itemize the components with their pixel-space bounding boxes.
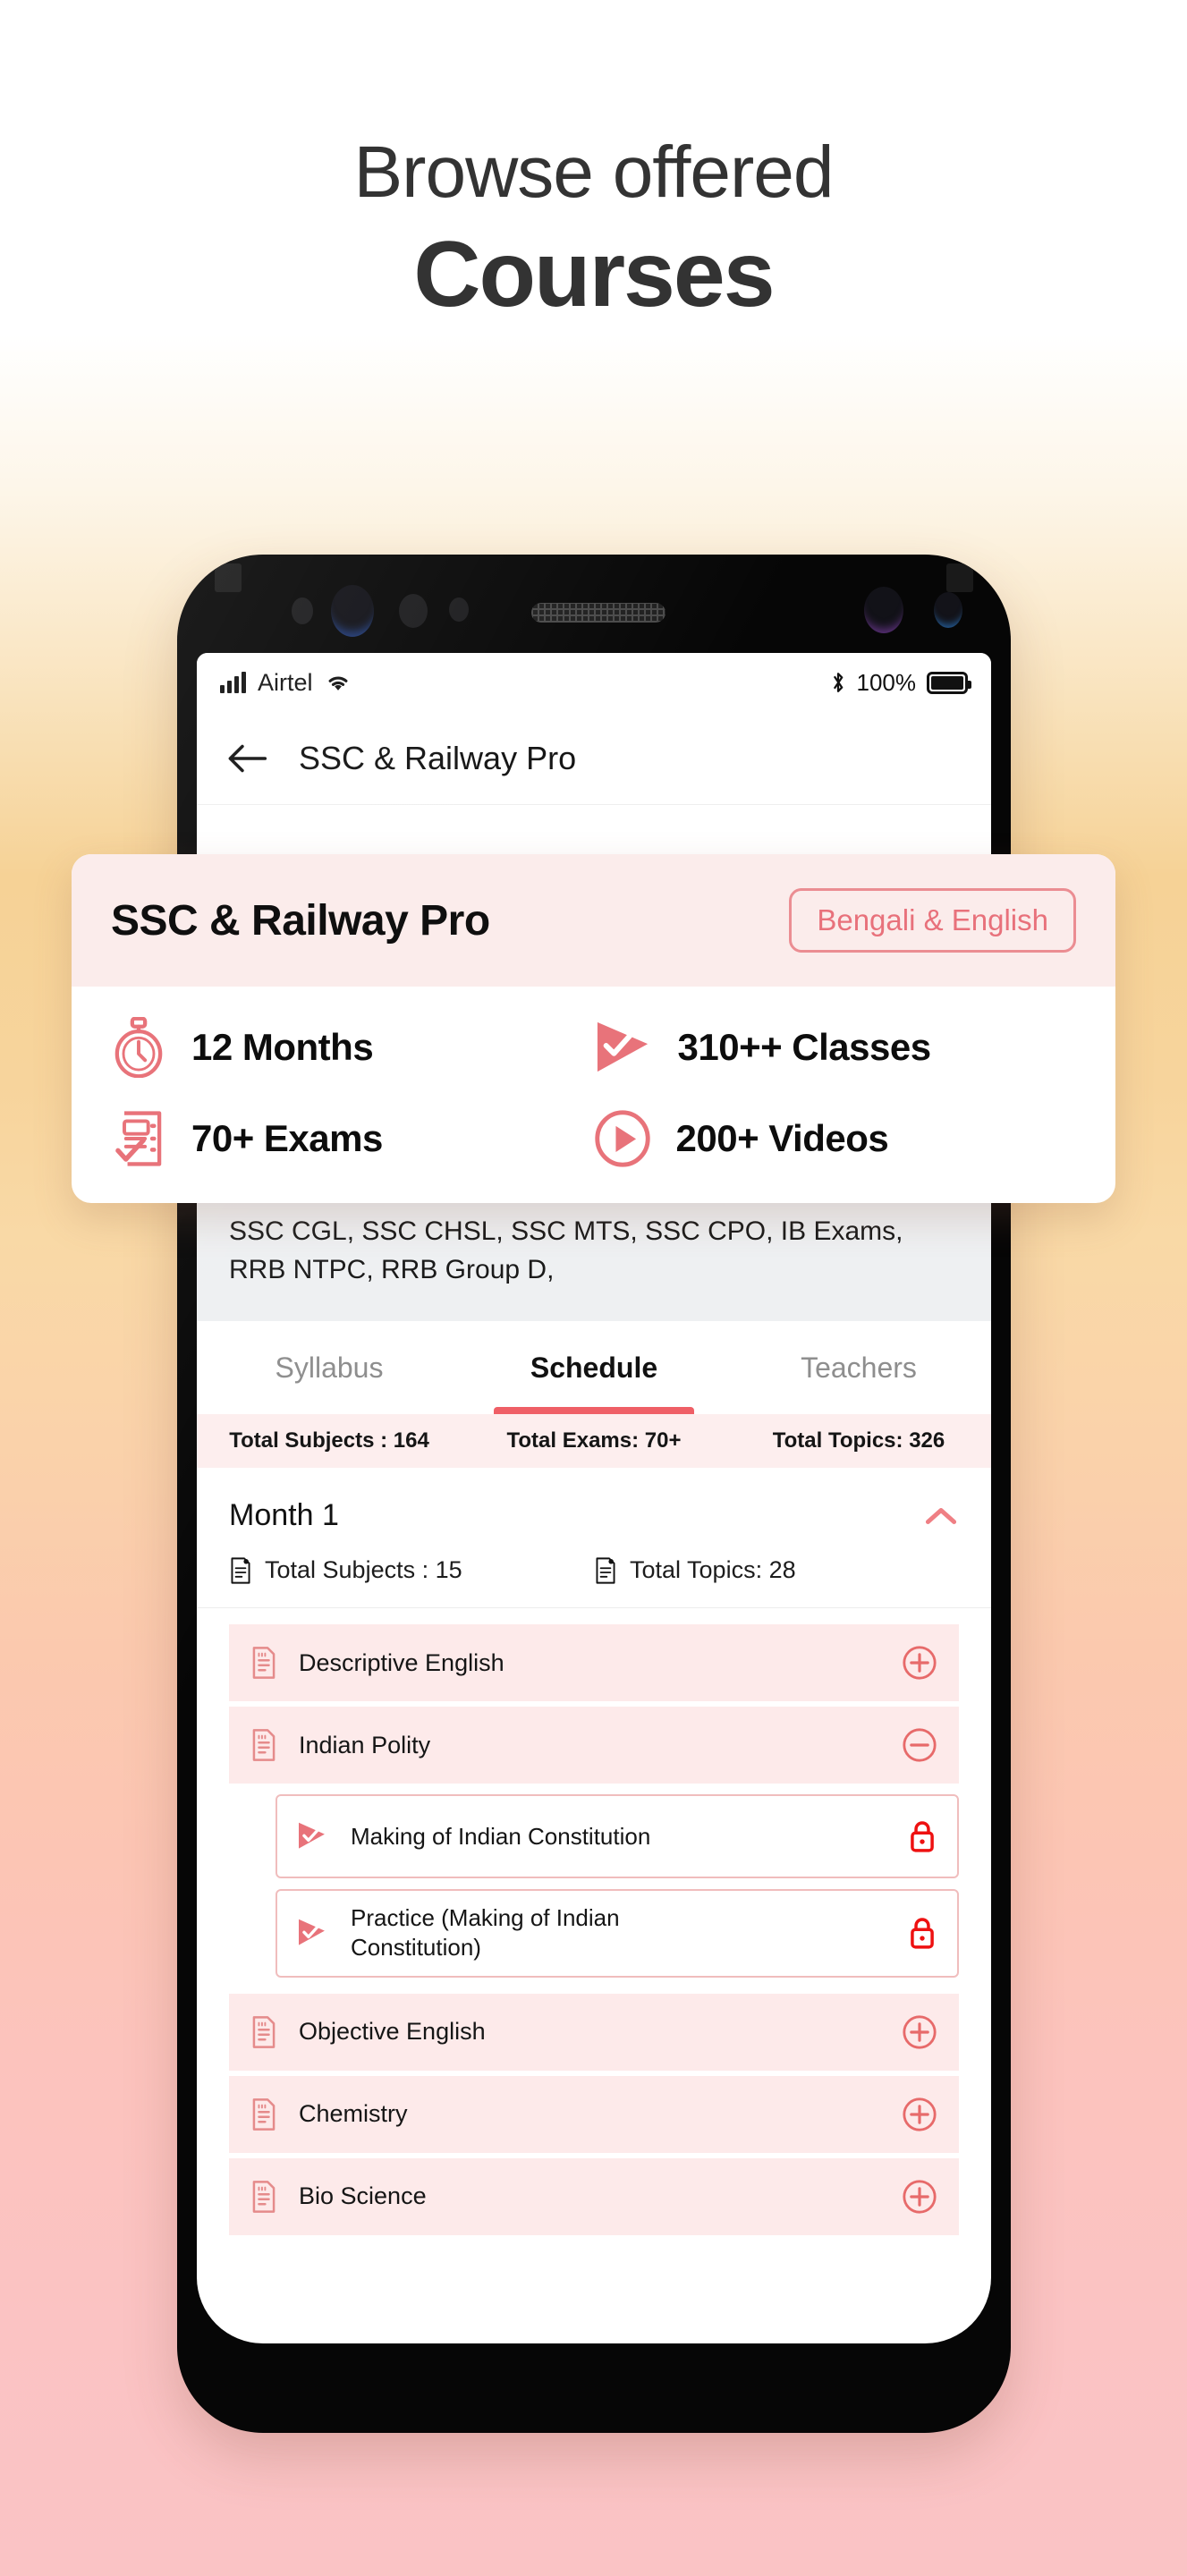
- lock-icon[interactable]: [907, 1819, 937, 1853]
- stat-duration: 12 Months: [111, 1017, 594, 1078]
- language-badge: Bengali & English: [789, 888, 1076, 953]
- subject-row-indian-polity[interactable]: Indian Polity: [229, 1707, 959, 1784]
- tab-syllabus[interactable]: Syllabus: [197, 1321, 462, 1414]
- subject-list: Descriptive English Indian Polity Making…: [197, 1608, 991, 2235]
- stat-videos: 200+ Videos: [594, 1110, 1077, 1167]
- earpiece-speaker-icon: [531, 603, 666, 623]
- lock-icon[interactable]: [907, 1916, 937, 1950]
- hero-line-1: Browse offered: [353, 131, 834, 213]
- subject-label: Indian Polity: [299, 1731, 431, 1758]
- tab-bar: Syllabus Schedule Teachers: [197, 1321, 991, 1415]
- month-total-topics-label: Total Topics: 28: [630, 1556, 796, 1584]
- bezel-corner-left: [215, 564, 242, 592]
- phone-mockup: Airtel 100% SSC & Railway Pro SSC CGL, S…: [177, 555, 1011, 2433]
- totals-bar: Total Subjects : 164 Total Exams: 70+ To…: [197, 1414, 991, 1469]
- exam-checklist-icon: [111, 1110, 166, 1167]
- subject-label: Chemistry: [299, 2100, 408, 2128]
- course-card-header: SSC & Railway Pro Bengali & English: [72, 854, 1115, 987]
- app-bar: SSC & Railway Pro: [197, 712, 991, 805]
- subject-label: Descriptive English: [299, 1648, 504, 1676]
- subject-row-descriptive-english[interactable]: Descriptive English: [229, 1624, 959, 1702]
- chevron-up-icon[interactable]: [923, 1504, 959, 1528]
- document-icon: [250, 2015, 277, 2048]
- wifi-icon: [325, 672, 352, 693]
- phone-top-bezel: [177, 555, 1011, 655]
- total-exams: Total Exams: 70+: [506, 1428, 682, 1453]
- month-total-subjects-label: Total Subjects : 15: [265, 1556, 462, 1584]
- plus-circle-icon[interactable]: [902, 2097, 937, 2132]
- document-icon: [250, 2180, 277, 2213]
- topic-label: Making of Indian Constitution: [351, 1822, 651, 1850]
- carrier-label: Airtel: [258, 668, 313, 696]
- stat-exams: 70+ Exams: [111, 1110, 594, 1167]
- stat-videos-label: 200+ Videos: [675, 1117, 889, 1159]
- subject-label: Objective English: [299, 2018, 486, 2046]
- document-icon: [250, 1647, 277, 1680]
- minus-circle-icon[interactable]: [902, 1727, 937, 1763]
- stat-duration-label: 12 Months: [191, 1026, 374, 1068]
- month-total-topics: Total Topics: 28: [594, 1556, 959, 1584]
- plus-circle-icon[interactable]: [902, 1645, 937, 1681]
- plus-circle-icon[interactable]: [902, 2179, 937, 2215]
- topic-row[interactable]: Making of Indian Constitution: [276, 1794, 959, 1879]
- course-info-card: SSC & Railway Pro Bengali & English 12 M…: [72, 854, 1115, 1203]
- arrow-left-icon[interactable]: [227, 743, 267, 774]
- course-stats-grid: 12 Months 310++ Classes 70+ Exams 200+ V…: [72, 987, 1115, 1203]
- signal-bars-icon: [220, 672, 246, 693]
- play-check-icon: [297, 1918, 331, 1948]
- total-subjects: Total Subjects : 164: [229, 1428, 429, 1453]
- month-title: Month 1: [229, 1498, 339, 1533]
- hero-line-2: Courses: [413, 223, 775, 327]
- play-circle-icon: [594, 1110, 651, 1167]
- month-total-subjects: Total Subjects : 15: [229, 1556, 594, 1584]
- subject-row-chemistry[interactable]: Chemistry: [229, 2075, 959, 2153]
- light-sensor-icon: [399, 594, 428, 628]
- play-check-icon: [297, 1821, 331, 1852]
- document-icon: [594, 1557, 617, 1584]
- subject-label: Bio Science: [299, 2182, 427, 2210]
- month-section[interactable]: Month 1 Total Subjects: 15 Total Topics…: [197, 1468, 991, 1609]
- bluetooth-icon: [830, 670, 846, 695]
- play-check-icon: [594, 1020, 653, 1075]
- plus-circle-icon[interactable]: [902, 2014, 937, 2050]
- front-camera-icon: [331, 585, 374, 637]
- subject-row-bio-science[interactable]: Bio Science: [229, 2157, 959, 2235]
- topic-label: Practice (Making of Indian Constitution): [351, 1904, 620, 1962]
- hero-heading: Browse offered Courses: [0, 131, 1187, 327]
- battery-full-icon: [927, 671, 971, 694]
- topic-list: Making of Indian Constitution Practice (…: [229, 1789, 959, 1994]
- ir-sensor-icon: [449, 597, 469, 622]
- battery-percent-label: 100%: [856, 668, 917, 696]
- exam-covered-body: SSC CGL, SSC CHSL, SSC MTS, SSC CPO, IB …: [229, 1216, 903, 1284]
- topic-row[interactable]: Practice (Making of Indian Constitution): [276, 1889, 959, 1978]
- secondary-camera-icon: [864, 587, 903, 633]
- stopwatch-icon: [111, 1017, 166, 1078]
- document-icon: [250, 1729, 277, 1762]
- iris-scanner-icon: [934, 592, 962, 628]
- tab-schedule[interactable]: Schedule: [462, 1321, 726, 1415]
- status-bar: Airtel 100%: [197, 653, 991, 712]
- stat-classes-label: 310++ Classes: [677, 1026, 932, 1068]
- course-card-title: SSC & Railway Pro: [111, 896, 490, 945]
- total-topics: Total Topics: 326: [772, 1428, 945, 1453]
- document-icon: [229, 1557, 252, 1584]
- bezel-corner-right: [946, 564, 973, 592]
- proximity-sensor-icon: [292, 597, 313, 624]
- stat-classes: 310++ Classes: [594, 1017, 1077, 1078]
- subject-row-objective-english[interactable]: Objective English: [229, 1993, 959, 2071]
- page-title: SSC & Railway Pro: [299, 739, 577, 776]
- tab-teachers[interactable]: Teachers: [726, 1321, 991, 1414]
- stat-exams-label: 70+ Exams: [191, 1117, 383, 1159]
- document-icon: [250, 2097, 277, 2131]
